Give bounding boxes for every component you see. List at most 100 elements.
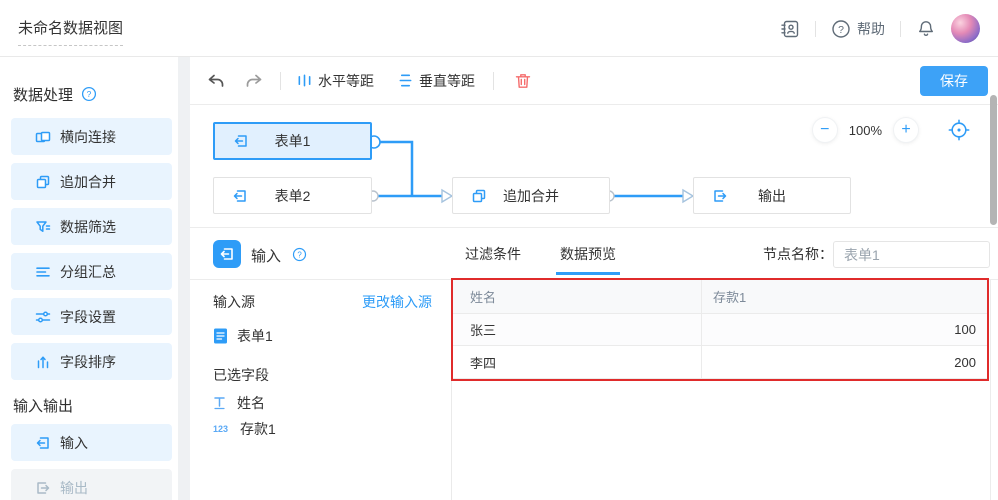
input-source-panel: 输入源 更改输入源 表单1 已选字段 姓名 — [190, 280, 452, 500]
save-button[interactable]: 保存 — [920, 66, 988, 96]
input-icon — [232, 188, 248, 204]
bell-icon[interactable] — [916, 19, 936, 39]
svg-text:?: ? — [838, 24, 844, 36]
text-field-icon — [213, 396, 226, 410]
table-row[interactable]: 张三 100 — [452, 314, 988, 346]
table-cell: 张三 — [452, 314, 701, 345]
help-circle-icon[interactable]: ? — [81, 86, 97, 102]
tab-data-preview[interactable]: 数据预览 — [560, 228, 616, 280]
svg-text:?: ? — [87, 89, 92, 99]
sidebar-item-label: 输入 — [60, 433, 88, 453]
number-field-icon: 123 — [213, 424, 229, 434]
horizontal-spacing-icon — [297, 73, 312, 88]
selected-fields-label: 已选字段 — [213, 365, 432, 385]
source-name: 表单1 — [237, 326, 273, 346]
group-summary-icon — [35, 264, 51, 280]
sidebar-item-input[interactable]: 输入 — [11, 424, 172, 461]
sidebar-item-label: 追加合并 — [60, 172, 116, 192]
sidebar-item-horizontal-join[interactable]: 横向连接 — [11, 118, 172, 155]
delete-icon[interactable] — [514, 72, 532, 90]
sidebar-item-label: 数据筛选 — [60, 217, 116, 237]
source-item[interactable]: 表单1 — [213, 326, 432, 346]
minus-icon: − — [820, 122, 829, 138]
sidebar-section-processing: 数据处理 ? — [13, 84, 178, 104]
field-item-deposit[interactable]: 123 存款1 — [213, 420, 432, 437]
sidebar-item-label: 横向连接 — [60, 127, 116, 147]
sidebar-item-label: 分组汇总 — [60, 262, 116, 282]
input-node-badge — [213, 240, 241, 268]
user-avatar[interactable] — [951, 14, 980, 43]
table-row[interactable]: 李四 200 — [452, 346, 988, 379]
svg-text:?: ? — [297, 251, 302, 260]
address-book-icon[interactable] — [780, 19, 800, 39]
input-icon — [219, 246, 235, 262]
config-panel-header: 输入 ? 过滤条件 数据预览 节点名称： — [190, 228, 998, 280]
field-item-name[interactable]: 姓名 — [213, 394, 432, 411]
flow-node-output[interactable]: 输出 — [693, 177, 851, 214]
zoom-out-button[interactable]: − — [813, 118, 837, 142]
horizontal-spacing-label: 水平等距 — [318, 71, 374, 91]
canvas-scrollbar[interactable] — [990, 95, 997, 225]
vertical-spacing-label: 垂直等距 — [419, 71, 475, 91]
sidebar-item-field-sort[interactable]: 字段排序 — [11, 343, 172, 380]
panel-gutter — [178, 57, 190, 500]
undo-icon[interactable] — [206, 71, 226, 91]
sidebar-item-append-merge[interactable]: 追加合并 — [11, 163, 172, 200]
flow-canvas[interactable]: 表单1 表单2 追加合并 输出 − — [190, 105, 998, 228]
section-title: 数据处理 — [13, 84, 73, 105]
flow-node-form2[interactable]: 表单2 — [213, 177, 372, 214]
column-header[interactable]: 存款1 — [701, 280, 988, 313]
top-header: 未命名数据视图 ? 帮助 — [0, 0, 998, 57]
tab-filter-conditions[interactable]: 过滤条件 — [465, 228, 521, 280]
table-cell: 100 — [701, 314, 988, 345]
panel-title: 输入 — [251, 245, 281, 266]
toolbar-divider — [280, 72, 281, 90]
change-source-link[interactable]: 更改输入源 — [362, 292, 432, 312]
redo-icon[interactable] — [244, 71, 264, 91]
vertical-spacing-button[interactable]: 垂直等距 — [398, 71, 475, 91]
locate-icon[interactable] — [948, 119, 970, 141]
field-name: 存款1 — [240, 419, 276, 439]
append-merge-icon — [471, 188, 487, 204]
section-title: 输入输出 — [13, 395, 73, 416]
zoom-in-button[interactable]: + — [894, 118, 918, 142]
sidebar-item-label: 字段设置 — [60, 307, 116, 327]
sidebar-item-label: 输出 — [60, 478, 88, 498]
node-name-input[interactable] — [833, 241, 990, 268]
table-right-border — [990, 280, 991, 500]
config-panel-body: 输入源 更改输入源 表单1 已选字段 姓名 — [190, 280, 998, 500]
input-icon — [233, 133, 249, 149]
column-header[interactable]: 姓名 — [452, 280, 701, 313]
header-divider — [900, 21, 901, 37]
help-button[interactable]: ? 帮助 — [831, 19, 885, 39]
data-filter-icon — [35, 219, 51, 235]
sidebar-item-group-summary[interactable]: 分组汇总 — [11, 253, 172, 290]
table-header-row: 姓名 存款1 — [452, 280, 988, 314]
horizontal-spacing-button[interactable]: 水平等距 — [297, 71, 374, 91]
toolbar-divider — [493, 72, 494, 90]
sidebar-section-io: 输入输出 — [13, 395, 178, 415]
data-view-editor: 未命名数据视图 ? 帮助 — [0, 0, 998, 500]
zoom-level: 100% — [849, 123, 882, 138]
header-divider — [815, 21, 816, 37]
header-actions: ? 帮助 — [780, 0, 980, 57]
output-icon — [712, 188, 728, 204]
sidebar-item-field-settings[interactable]: 字段设置 — [11, 298, 172, 335]
sidebar-item-output[interactable]: 输出 — [11, 469, 172, 500]
input-source-label: 输入源 — [213, 292, 255, 312]
page-title[interactable]: 未命名数据视图 — [18, 17, 123, 46]
flow-node-form1[interactable]: 表单1 — [213, 122, 372, 160]
vertical-spacing-icon — [398, 73, 413, 88]
field-sort-icon — [35, 354, 51, 370]
sidebar-item-data-filter[interactable]: 数据筛选 — [11, 208, 172, 245]
node-name-label: 节点名称： — [763, 228, 833, 280]
panel-tabs: 过滤条件 数据预览 — [465, 228, 616, 280]
field-settings-icon — [35, 309, 51, 325]
help-icon: ? — [831, 19, 851, 39]
flow-node-append-merge[interactable]: 追加合并 — [452, 177, 610, 214]
canvas-toolbar: 水平等距 垂直等距 保存 — [190, 57, 998, 105]
help-circle-icon[interactable]: ? — [292, 247, 307, 262]
table-cell: 200 — [701, 346, 988, 378]
field-name: 姓名 — [237, 393, 265, 413]
zoom-controls: − 100% + — [813, 118, 970, 142]
